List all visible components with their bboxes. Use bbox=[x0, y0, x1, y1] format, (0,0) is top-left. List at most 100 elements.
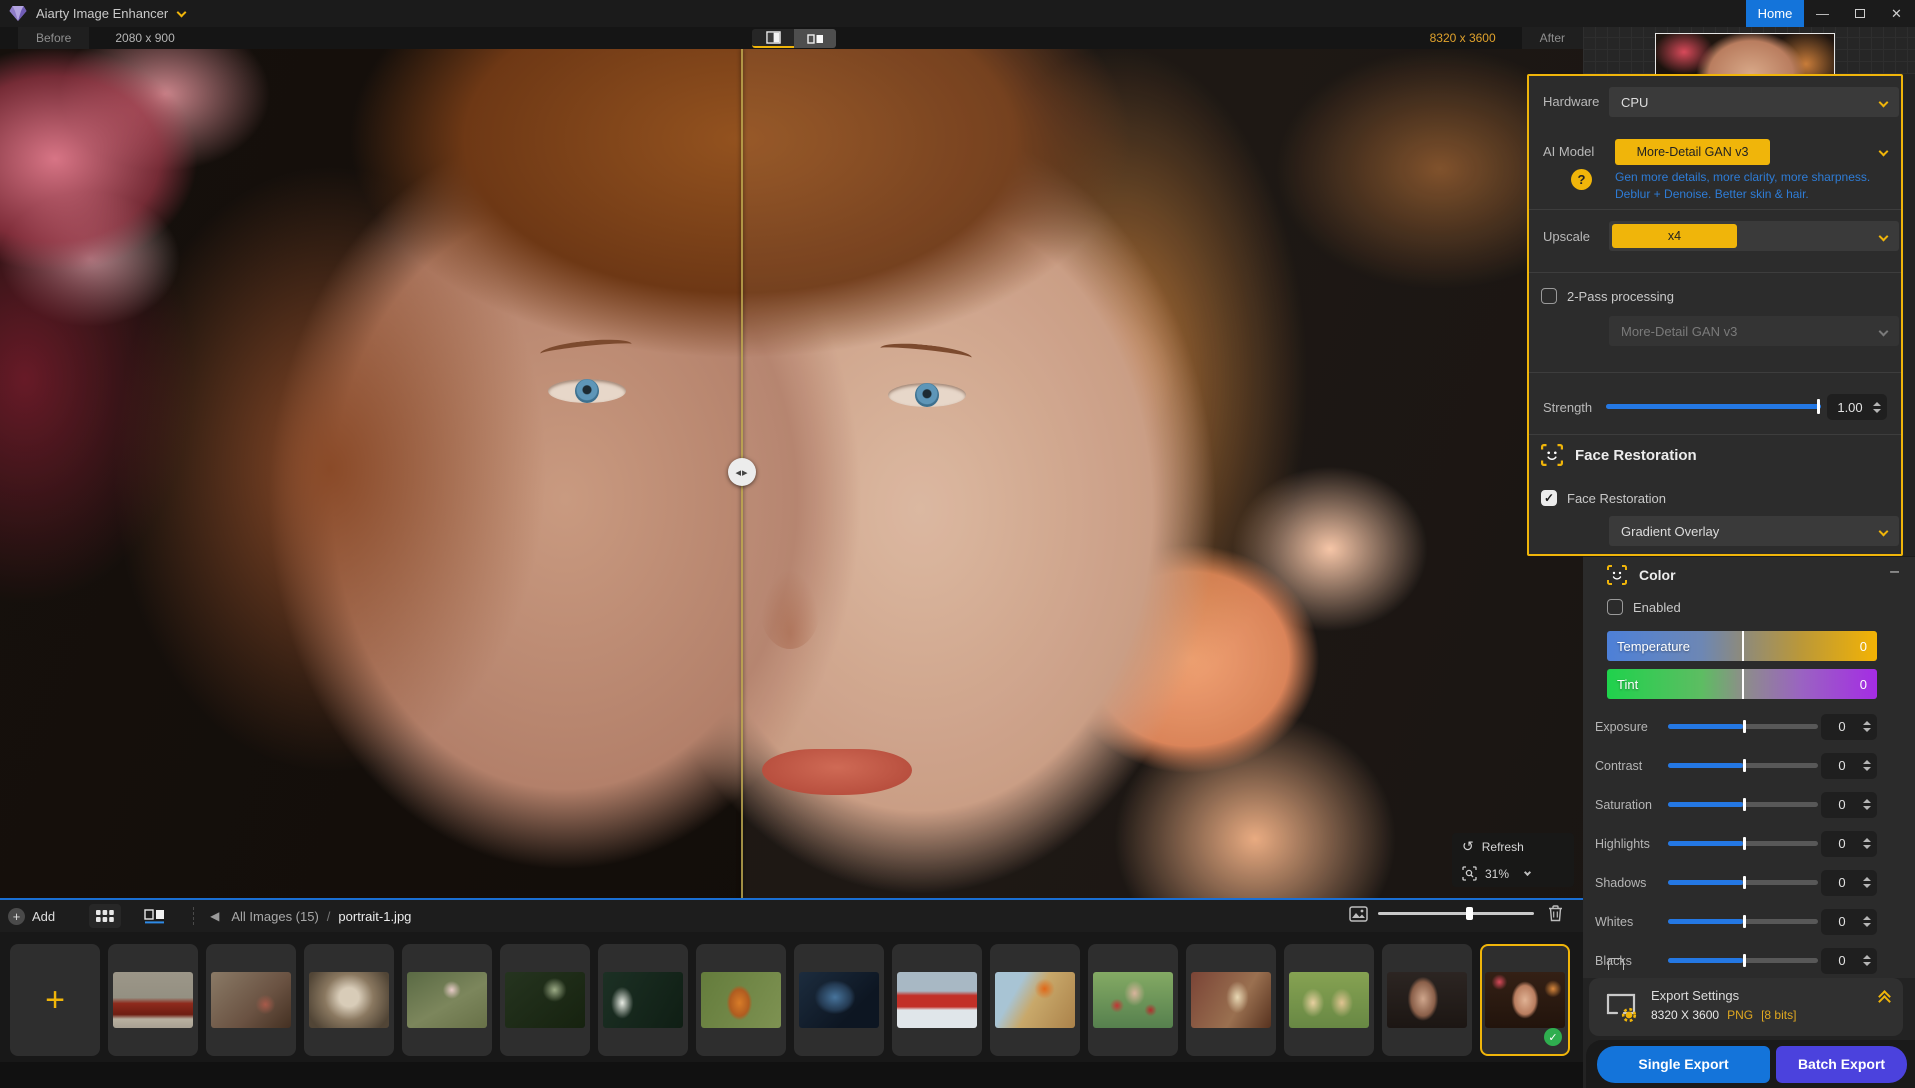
thumbnail-girl-chickens-art[interactable] bbox=[990, 944, 1080, 1056]
slider-track[interactable] bbox=[1668, 841, 1818, 846]
slider-spinner-icon[interactable] bbox=[1863, 916, 1871, 927]
thumbnail-blonde-woman[interactable] bbox=[1186, 944, 1276, 1056]
back-to-all-icon[interactable]: ◀ bbox=[210, 909, 219, 923]
slider-handle[interactable] bbox=[1743, 876, 1746, 889]
navigator-panel[interactable] bbox=[1583, 27, 1915, 74]
grid-view-button[interactable] bbox=[89, 904, 121, 928]
strength-slider[interactable] bbox=[1606, 404, 1821, 409]
tint-slider[interactable]: Tint 0 bbox=[1607, 669, 1877, 699]
slider-handle[interactable] bbox=[1743, 954, 1746, 967]
slider-track[interactable] bbox=[1668, 958, 1818, 963]
slider-value-box[interactable]: 0 bbox=[1821, 753, 1877, 779]
compare-view-button[interactable] bbox=[139, 904, 171, 928]
slider-value-box[interactable]: 0 bbox=[1821, 909, 1877, 935]
refresh-button[interactable]: ↺ Refresh bbox=[1452, 833, 1574, 860]
single-export-button[interactable]: Single Export bbox=[1597, 1046, 1770, 1083]
thumbnail-red-train-snow[interactable] bbox=[892, 944, 982, 1056]
two-pass-model-dropdown[interactable]: More-Detail GAN v3 bbox=[1609, 316, 1899, 346]
two-pass-checkbox[interactable] bbox=[1541, 288, 1557, 304]
tint-marker[interactable] bbox=[1742, 669, 1744, 699]
delete-icon[interactable] bbox=[1548, 905, 1563, 922]
slider-track[interactable] bbox=[1668, 880, 1818, 885]
export-buttons-bar: Single Export Batch Export bbox=[1586, 1040, 1915, 1088]
minimize-button[interactable]: — bbox=[1804, 0, 1841, 27]
split-view-button[interactable] bbox=[752, 29, 794, 48]
slider-handle[interactable] bbox=[1743, 837, 1746, 850]
strength-value-box[interactable]: 1.00 bbox=[1827, 394, 1887, 420]
slider-spinner-icon[interactable] bbox=[1863, 877, 1871, 888]
slider-track[interactable] bbox=[1668, 763, 1818, 768]
add-images-button[interactable]: + Add bbox=[8, 908, 55, 925]
slider-spinner-icon[interactable] bbox=[1863, 799, 1871, 810]
slider-handle[interactable] bbox=[1743, 915, 1746, 928]
thumbnail-size-slider[interactable] bbox=[1378, 912, 1534, 915]
thumbnail-redhead-portrait[interactable]: ✓ bbox=[1480, 944, 1570, 1056]
thumbnail-forest-bird[interactable] bbox=[500, 944, 590, 1056]
upscale-dropdown[interactable]: x4 bbox=[1609, 221, 1899, 251]
temperature-slider[interactable]: Temperature 0 bbox=[1607, 631, 1877, 661]
slider-value-box[interactable]: 0 bbox=[1821, 714, 1877, 740]
maximize-button[interactable] bbox=[1841, 0, 1878, 27]
thumbnail-woman-red-flowers[interactable] bbox=[1088, 944, 1178, 1056]
hardware-dropdown[interactable]: CPU bbox=[1609, 87, 1899, 117]
thumbnail-size-handle[interactable] bbox=[1466, 907, 1473, 920]
strength-spinner-icon[interactable] bbox=[1873, 402, 1881, 413]
slider-track[interactable] bbox=[1668, 919, 1818, 924]
thumbnail-vintage-room[interactable] bbox=[206, 944, 296, 1056]
thumbnail-brunette-woman[interactable] bbox=[1382, 944, 1472, 1056]
slider-value-box[interactable]: 0 bbox=[1821, 870, 1877, 896]
close-button[interactable]: ✕ bbox=[1878, 0, 1915, 27]
slider-handle[interactable] bbox=[1743, 720, 1746, 733]
slider-value-box[interactable]: 0 bbox=[1821, 792, 1877, 818]
split-divider-handle[interactable]: ◂▸ bbox=[728, 458, 756, 486]
color-enabled-checkbox[interactable] bbox=[1607, 599, 1623, 615]
temperature-label: Temperature bbox=[1617, 639, 1690, 654]
slider-label: Contrast bbox=[1595, 759, 1642, 773]
face-restoration-row: ✓ Face Restoration bbox=[1541, 490, 1666, 506]
upscale-pill[interactable]: x4 bbox=[1612, 224, 1737, 248]
side-by-side-view-button[interactable] bbox=[794, 29, 836, 48]
ai-model-pill[interactable]: More-Detail GAN v3 bbox=[1615, 139, 1770, 165]
thumbnail-black-dog[interactable] bbox=[794, 944, 884, 1056]
slider-track[interactable] bbox=[1668, 802, 1818, 807]
color-enabled-label: Enabled bbox=[1633, 600, 1681, 615]
slider-spinner-icon[interactable] bbox=[1863, 721, 1871, 732]
slider-handle[interactable] bbox=[1743, 798, 1746, 811]
selected-check-icon: ✓ bbox=[1544, 1028, 1562, 1046]
expand-export-icon[interactable] bbox=[1880, 996, 1889, 1006]
face-mode-dropdown[interactable]: Gradient Overlay bbox=[1609, 516, 1899, 546]
thumbnail-wedding-group[interactable] bbox=[304, 944, 394, 1056]
zoom-level-button[interactable]: 31% bbox=[1452, 860, 1574, 887]
face-restoration-checkbox[interactable]: ✓ bbox=[1541, 490, 1557, 506]
thumbnail-classic-car[interactable] bbox=[108, 944, 198, 1056]
home-button[interactable]: Home bbox=[1746, 0, 1804, 27]
before-tab[interactable]: Before bbox=[18, 27, 89, 49]
slider-value-box[interactable]: 0 bbox=[1821, 948, 1877, 974]
after-tab[interactable]: After bbox=[1522, 27, 1583, 49]
thumbnail-image bbox=[995, 972, 1075, 1028]
help-icon[interactable]: ? bbox=[1571, 169, 1592, 190]
add-image-tile[interactable]: + bbox=[10, 944, 100, 1056]
slider-spinner-icon[interactable] bbox=[1863, 838, 1871, 849]
app-menu-chevron-icon[interactable] bbox=[177, 7, 187, 17]
export-settings-icon bbox=[1605, 992, 1639, 1022]
batch-export-button[interactable]: Batch Export bbox=[1776, 1046, 1907, 1083]
ai-model-description-line1: Gen more details, more clarity, more sha… bbox=[1615, 170, 1870, 184]
thumbnail-white-egret[interactable] bbox=[598, 944, 688, 1056]
collapse-icon[interactable]: – bbox=[1890, 563, 1899, 581]
temperature-marker[interactable] bbox=[1742, 631, 1744, 661]
thumbnail-golden-puppies[interactable] bbox=[1284, 944, 1374, 1056]
app-logo-icon bbox=[9, 5, 27, 22]
strength-slider-handle[interactable] bbox=[1817, 399, 1820, 414]
thumbnail-boy-portrait[interactable] bbox=[696, 944, 786, 1056]
thumbnail-girl-stroller[interactable] bbox=[402, 944, 492, 1056]
export-settings-card[interactable]: Export Settings 8320 X 3600 PNG [8 bits] bbox=[1589, 978, 1903, 1036]
slider-handle[interactable] bbox=[1743, 759, 1746, 772]
slider-track[interactable] bbox=[1668, 724, 1818, 729]
ai-model-chevron-icon[interactable] bbox=[1879, 147, 1889, 157]
breadcrumb-all-images[interactable]: All Images (15) bbox=[231, 909, 318, 924]
slider-spinner-icon[interactable] bbox=[1863, 955, 1871, 966]
color-enabled-row: Enabled bbox=[1607, 599, 1681, 615]
slider-value-box[interactable]: 0 bbox=[1821, 831, 1877, 857]
slider-spinner-icon[interactable] bbox=[1863, 760, 1871, 771]
